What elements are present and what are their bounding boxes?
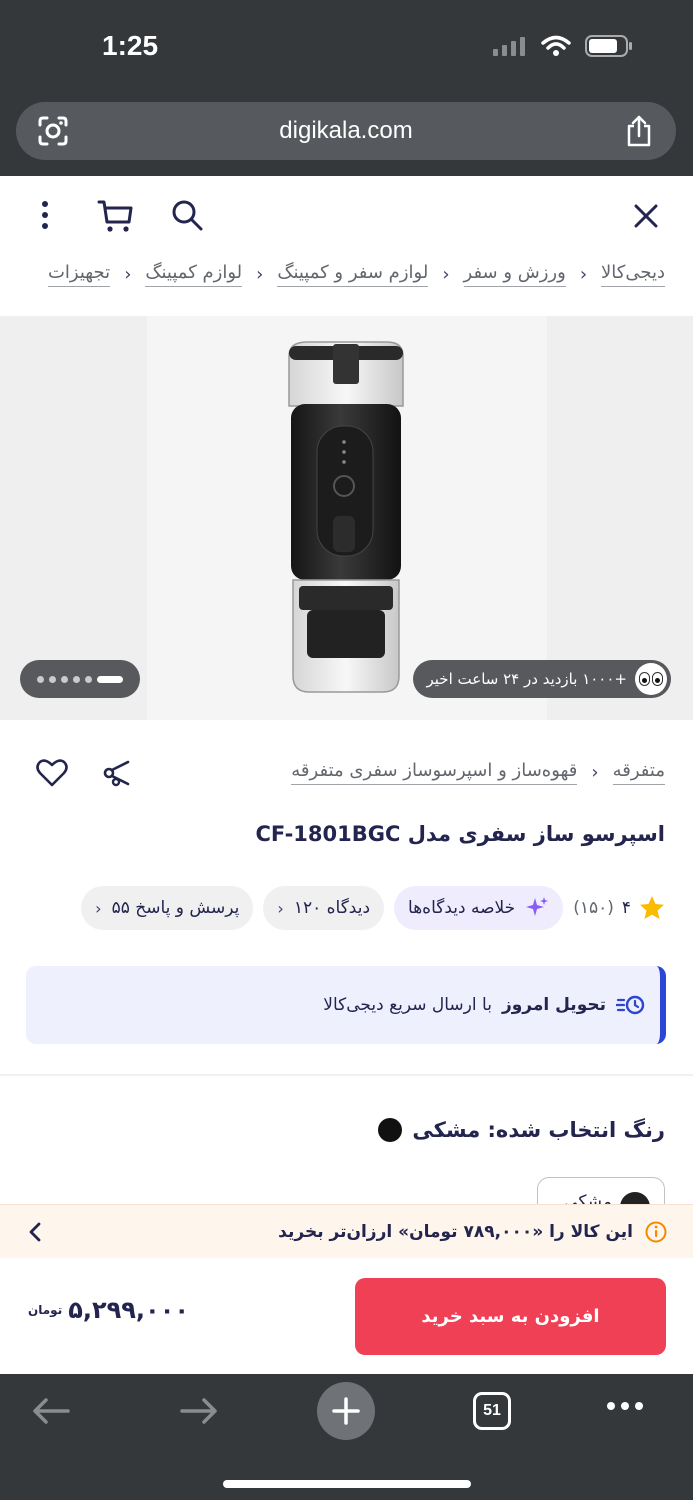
home-indicator [223, 1480, 471, 1488]
browser-toolbar: digikala.com [0, 92, 693, 176]
qa-label: ۵۵ پرسش و پاسخ [111, 898, 240, 918]
breadcrumb-item[interactable]: دیجی‌کالا [601, 262, 665, 287]
reviews-chip[interactable]: ۱۲۰ دیدگاه › [263, 886, 385, 930]
product-info: متفرقه › قهوه‌ساز و اسپرسوساز سفری متفرق… [0, 722, 693, 1217]
selected-color: رنگ انتخاب شده: مشکی [378, 1118, 665, 1142]
star-icon [640, 896, 664, 919]
info-icon [645, 1221, 667, 1242]
forward-arrow-icon[interactable] [178, 1396, 220, 1426]
back-arrow-icon[interactable] [30, 1396, 72, 1426]
review-summary-label: خلاصه دیدگاه‌ها [408, 898, 516, 918]
heart-icon[interactable] [36, 758, 68, 788]
breadcrumb-item[interactable]: لوازم سفر و کمپینگ [277, 262, 429, 287]
delivery-bold: تحویل امروز [501, 995, 606, 1015]
more-horizontal-icon[interactable] [607, 1402, 643, 1410]
address-bar[interactable]: digikala.com [16, 102, 676, 160]
category-link[interactable]: متفرقه [612, 760, 665, 785]
more-vertical-icon[interactable] [36, 198, 54, 232]
price-value: ۵,۲۹۹,۰۰۰ [68, 1296, 189, 1324]
breadcrumb: دیجی‌کالا › ورزش و سفر › لوازم سفر و کمپ… [47, 262, 665, 287]
color-dot [378, 1118, 403, 1142]
wifi-icon [541, 35, 571, 56]
selected-color-label: رنگ انتخاب شده: مشکی [412, 1118, 665, 1142]
price: تومان ۵,۲۹۹,۰۰۰ [28, 1296, 189, 1324]
delivery-text: با ارسال سریع دیجی‌کالا [323, 995, 492, 1015]
chevron-left-icon[interactable] [28, 1221, 42, 1243]
rating: ۴ (۱۵۰) [573, 895, 665, 921]
gallery-pagination[interactable] [20, 660, 140, 698]
product-title: اسپرسو ساز سفری مدل CF-1801BGC [255, 822, 665, 846]
views-text: +۱۰۰۰ بازدید در ۲۴ ساعت اخیر [426, 670, 628, 688]
new-tab-button[interactable] [317, 1382, 375, 1440]
chevron-left-icon: › [579, 264, 588, 285]
reviews-label: ۱۲۰ دیدگاه [293, 898, 371, 918]
add-to-cart-button[interactable]: افزودن به سبد خرید [355, 1278, 666, 1355]
breadcrumb-item[interactable]: تجهیزات [47, 262, 111, 287]
eyes-icon [635, 663, 667, 695]
category-breadcrumb: متفرقه › قهوه‌ساز و اسپرسوساز سفری متفرق… [291, 760, 665, 785]
divider [0, 1074, 693, 1076]
rating-row: ۴ (۱۵۰) خلاصه دیدگاه‌ها ۱۲۰ دیدگاه › ۵۵ … [81, 886, 665, 930]
breadcrumb-item[interactable]: ورزش و سفر [463, 262, 566, 287]
share-nodes-icon[interactable] [102, 758, 132, 788]
chevron-left-icon: › [277, 898, 284, 918]
chevron-left-icon: › [124, 264, 132, 285]
breadcrumb-item[interactable]: لوازم کمپینگ [145, 262, 243, 287]
chevron-left-icon: › [256, 264, 264, 285]
url-text: digikala.com [279, 117, 413, 144]
sparkle-icon [526, 897, 549, 916]
qa-chip[interactable]: ۵۵ پرسش و پاسخ › [81, 886, 254, 930]
fast-delivery-icon [616, 995, 645, 1015]
chevron-left-icon: › [95, 898, 102, 918]
close-icon[interactable] [632, 202, 660, 230]
tabs-button[interactable]: 51 [473, 1392, 511, 1430]
rating-count: (۱۵۰) [573, 898, 614, 918]
category-link[interactable]: قهوه‌ساز و اسپرسوساز سفری متفرقه [291, 760, 578, 785]
share-icon[interactable] [624, 114, 654, 148]
battery-icon [585, 35, 632, 57]
signal-icon [493, 37, 525, 56]
status-bar: 1:25 [0, 0, 693, 92]
views-badge: +۱۰۰۰ بازدید در ۲۴ ساعت اخیر [412, 660, 671, 698]
chevron-left-icon: › [442, 264, 450, 285]
price-currency: تومان [28, 1303, 63, 1317]
chevron-left-icon: › [591, 762, 599, 783]
browser-bottom-bar: 51 [0, 1374, 693, 1500]
cheaper-offer-text: این کالا را «۷۸۹,۰۰۰ تومان» ارزان‌تر بخر… [278, 1221, 633, 1242]
app-header [0, 176, 693, 254]
cart-icon[interactable] [96, 198, 136, 234]
status-icons [493, 34, 633, 58]
status-time: 1:25 [102, 30, 159, 61]
delivery-banner: تحویل امروز با ارسال سریع دیجی‌کالا [26, 966, 666, 1044]
cheaper-offer-banner[interactable]: این کالا را «۷۸۹,۰۰۰ تومان» ارزان‌تر بخر… [0, 1204, 693, 1258]
search-icon[interactable] [170, 198, 204, 232]
product-gallery[interactable]: +۱۰۰۰ بازدید در ۲۴ ساعت اخیر [0, 316, 693, 720]
rating-value: ۴ [621, 898, 631, 918]
plus-icon [332, 1397, 360, 1425]
review-summary-chip[interactable]: خلاصه دیدگاه‌ها [394, 886, 564, 930]
buy-bar: افزودن به سبد خرید تومان ۵,۲۹۹,۰۰۰ [0, 1258, 693, 1374]
